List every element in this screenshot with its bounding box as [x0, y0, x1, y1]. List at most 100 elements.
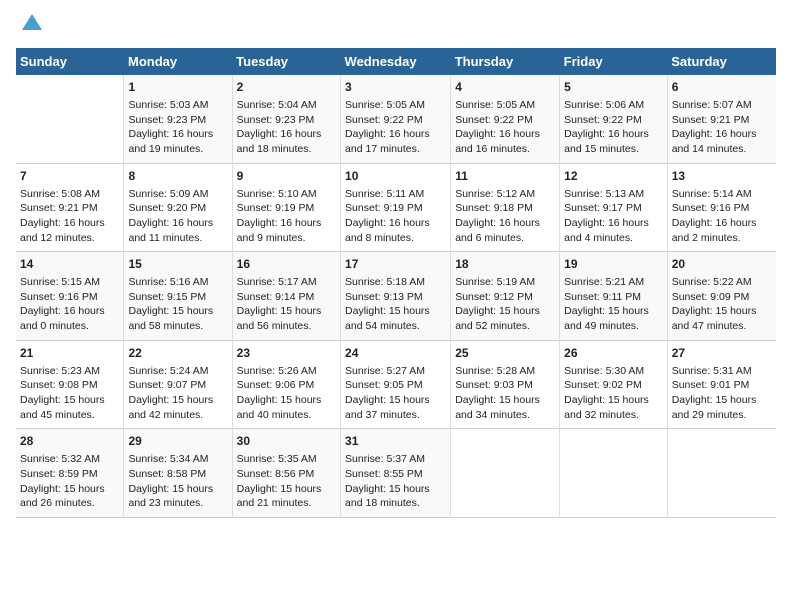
col-header-wednesday: Wednesday [341, 48, 451, 75]
day-number: 23 [237, 345, 336, 362]
day-number: 6 [672, 79, 772, 96]
calendar-week-row: 28 Sunrise: 5:32 AM Sunset: 8:59 PM Dayli… [16, 429, 776, 518]
calendar-cell: 25 Sunrise: 5:28 AM Sunset: 9:03 PM Dayli… [451, 340, 560, 429]
day-number: 24 [345, 345, 446, 362]
day-number: 4 [455, 79, 555, 96]
day-number: 12 [564, 168, 663, 185]
calendar-cell: 31 Sunrise: 5:37 AM Sunset: 8:55 PM Dayli… [341, 429, 451, 518]
calendar-week-row: 21 Sunrise: 5:23 AM Sunset: 9:08 PM Dayli… [16, 340, 776, 429]
day-number: 11 [455, 168, 555, 185]
calendar-cell: 6 Sunrise: 5:07 AM Sunset: 9:21 PM Daylig… [667, 75, 776, 163]
day-info: Sunrise: 5:31 AM Sunset: 9:01 PM Dayligh… [672, 364, 772, 423]
col-header-saturday: Saturday [667, 48, 776, 75]
calendar-cell [667, 429, 776, 518]
day-info: Sunrise: 5:37 AM Sunset: 8:55 PM Dayligh… [345, 452, 446, 511]
calendar-cell: 3Sunrise: 5:05 AM Sunset: 9:22 PM Daylig… [341, 75, 451, 163]
day-number: 15 [128, 256, 227, 273]
calendar-cell: 11 Sunrise: 5:12 AM Sunset: 9:18 PM Dayli… [451, 163, 560, 252]
day-info: Sunrise: 5:11 AM Sunset: 9:19 PM Dayligh… [345, 187, 446, 246]
calendar-week-row: 7Sunrise: 5:08 AM Sunset: 9:21 PM Daylig… [16, 163, 776, 252]
calendar-cell: 17 Sunrise: 5:18 AM Sunset: 9:13 PM Dayli… [341, 252, 451, 341]
day-number: 19 [564, 256, 663, 273]
logo-icon [18, 10, 46, 38]
calendar-cell: 10 Sunrise: 5:11 AM Sunset: 9:19 PM Dayli… [341, 163, 451, 252]
col-header-friday: Friday [560, 48, 668, 75]
calendar-cell: 29 Sunrise: 5:34 AM Sunset: 8:58 PM Dayli… [124, 429, 232, 518]
day-info: Sunrise: 5:34 AM Sunset: 8:58 PM Dayligh… [128, 452, 227, 511]
calendar-cell [560, 429, 668, 518]
logo [16, 16, 46, 40]
day-info: Sunrise: 5:28 AM Sunset: 9:03 PM Dayligh… [455, 364, 555, 423]
calendar-cell: 23Sunrise: 5:26 AM Sunset: 9:06 PM Dayli… [232, 340, 340, 429]
calendar-cell: 8Sunrise: 5:09 AM Sunset: 9:20 PM Daylig… [124, 163, 232, 252]
day-number: 10 [345, 168, 446, 185]
day-info: Sunrise: 5:27 AM Sunset: 9:05 PM Dayligh… [345, 364, 446, 423]
day-info: Sunrise: 5:24 AM Sunset: 9:07 PM Dayligh… [128, 364, 227, 423]
calendar-cell: 4 Sunrise: 5:05 AM Sunset: 9:22 PM Daylig… [451, 75, 560, 163]
day-number: 31 [345, 433, 446, 450]
day-info: Sunrise: 5:12 AM Sunset: 9:18 PM Dayligh… [455, 187, 555, 246]
calendar-cell: 2Sunrise: 5:04 AM Sunset: 9:23 PM Daylig… [232, 75, 340, 163]
calendar-cell: 24 Sunrise: 5:27 AM Sunset: 9:05 PM Dayli… [341, 340, 451, 429]
calendar-week-row: 14 Sunrise: 5:15 AM Sunset: 9:16 PM Dayli… [16, 252, 776, 341]
day-info: Sunrise: 5:22 AM Sunset: 9:09 PM Dayligh… [672, 275, 772, 334]
col-header-tuesday: Tuesday [232, 48, 340, 75]
calendar-cell: 15 Sunrise: 5:16 AM Sunset: 9:15 PM Dayli… [124, 252, 232, 341]
day-number: 9 [237, 168, 336, 185]
day-info: Sunrise: 5:21 AM Sunset: 9:11 PM Dayligh… [564, 275, 663, 334]
day-number: 13 [672, 168, 772, 185]
col-header-thursday: Thursday [451, 48, 560, 75]
col-header-sunday: Sunday [16, 48, 124, 75]
day-number: 5 [564, 79, 663, 96]
day-info: Sunrise: 5:32 AM Sunset: 8:59 PM Dayligh… [20, 452, 119, 511]
calendar-cell: 30 Sunrise: 5:35 AM Sunset: 8:56 PM Dayli… [232, 429, 340, 518]
col-header-monday: Monday [124, 48, 232, 75]
calendar-cell: 26 Sunrise: 5:30 AM Sunset: 9:02 PM Dayli… [560, 340, 668, 429]
day-number: 18 [455, 256, 555, 273]
page-header [16, 16, 776, 40]
day-number: 8 [128, 168, 227, 185]
calendar-cell: 14 Sunrise: 5:15 AM Sunset: 9:16 PM Dayli… [16, 252, 124, 341]
day-number: 1 [128, 79, 227, 96]
day-info: Sunrise: 5:14 AM Sunset: 9:16 PM Dayligh… [672, 187, 772, 246]
day-number: 28 [20, 433, 119, 450]
day-number: 25 [455, 345, 555, 362]
day-number: 14 [20, 256, 119, 273]
calendar-cell: 27 Sunrise: 5:31 AM Sunset: 9:01 PM Dayli… [667, 340, 776, 429]
calendar-cell: 9 Sunrise: 5:10 AM Sunset: 9:19 PM Daylig… [232, 163, 340, 252]
calendar-cell: 21 Sunrise: 5:23 AM Sunset: 9:08 PM Dayli… [16, 340, 124, 429]
day-info: Sunrise: 5:19 AM Sunset: 9:12 PM Dayligh… [455, 275, 555, 334]
calendar-week-row: 1Sunrise: 5:03 AM Sunset: 9:23 PM Daylig… [16, 75, 776, 163]
calendar-cell: 13 Sunrise: 5:14 AM Sunset: 9:16 PM Dayli… [667, 163, 776, 252]
day-number: 27 [672, 345, 772, 362]
day-info: Sunrise: 5:23 AM Sunset: 9:08 PM Dayligh… [20, 364, 119, 423]
calendar-header-row: SundayMondayTuesdayWednesdayThursdayFrid… [16, 48, 776, 75]
day-info: Sunrise: 5:35 AM Sunset: 8:56 PM Dayligh… [237, 452, 336, 511]
day-info: Sunrise: 5:15 AM Sunset: 9:16 PM Dayligh… [20, 275, 119, 334]
day-number: 22 [128, 345, 227, 362]
day-info: Sunrise: 5:08 AM Sunset: 9:21 PM Dayligh… [20, 187, 119, 246]
day-info: Sunrise: 5:07 AM Sunset: 9:21 PM Dayligh… [672, 98, 772, 157]
day-info: Sunrise: 5:30 AM Sunset: 9:02 PM Dayligh… [564, 364, 663, 423]
calendar-cell: 20 Sunrise: 5:22 AM Sunset: 9:09 PM Dayli… [667, 252, 776, 341]
day-info: Sunrise: 5:16 AM Sunset: 9:15 PM Dayligh… [128, 275, 227, 334]
calendar-cell [451, 429, 560, 518]
day-number: 2 [237, 79, 336, 96]
day-number: 20 [672, 256, 772, 273]
calendar-cell: 18 Sunrise: 5:19 AM Sunset: 9:12 PM Dayli… [451, 252, 560, 341]
day-info: Sunrise: 5:10 AM Sunset: 9:19 PM Dayligh… [237, 187, 336, 246]
day-info: Sunrise: 5:18 AM Sunset: 9:13 PM Dayligh… [345, 275, 446, 334]
calendar-cell: 22 Sunrise: 5:24 AM Sunset: 9:07 PM Dayli… [124, 340, 232, 429]
day-number: 21 [20, 345, 119, 362]
calendar-cell: 1Sunrise: 5:03 AM Sunset: 9:23 PM Daylig… [124, 75, 232, 163]
calendar-cell: 19 Sunrise: 5:21 AM Sunset: 9:11 PM Dayli… [560, 252, 668, 341]
day-number: 26 [564, 345, 663, 362]
day-info: Sunrise: 5:05 AM Sunset: 9:22 PM Dayligh… [455, 98, 555, 157]
day-number: 16 [237, 256, 336, 273]
calendar-cell: 5Sunrise: 5:06 AM Sunset: 9:22 PM Daylig… [560, 75, 668, 163]
day-number: 17 [345, 256, 446, 273]
day-number: 29 [128, 433, 227, 450]
calendar-cell: 16Sunrise: 5:17 AM Sunset: 9:14 PM Dayli… [232, 252, 340, 341]
calendar-cell: 12Sunrise: 5:13 AM Sunset: 9:17 PM Dayli… [560, 163, 668, 252]
day-number: 30 [237, 433, 336, 450]
